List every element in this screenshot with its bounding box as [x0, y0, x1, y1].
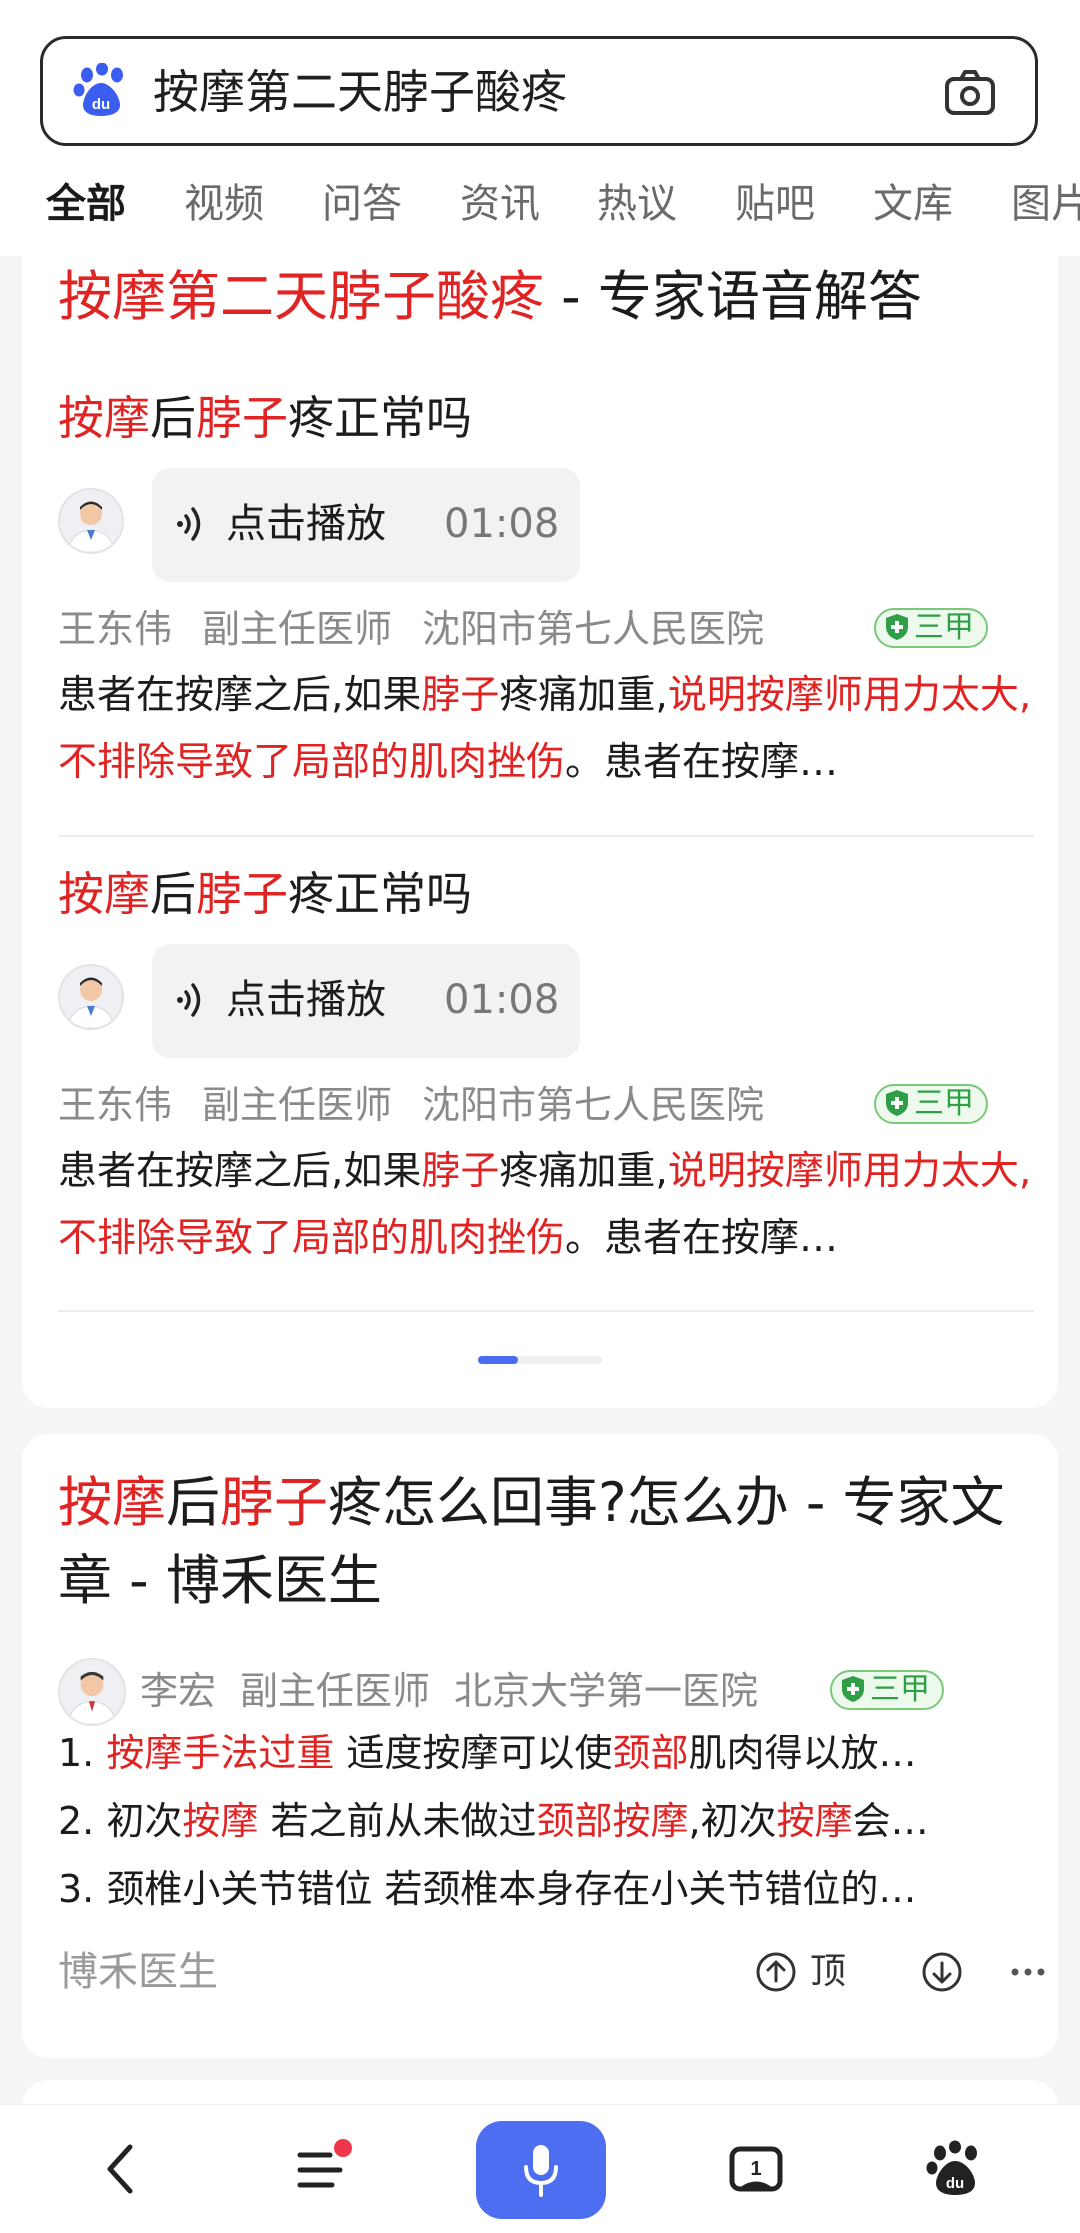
source-name[interactable]: 博禾医生	[58, 1944, 218, 2000]
article-list-item[interactable]: 2. 初次按摩 若之前从未做过颈部按摩,初次按摩会…	[58, 1794, 1033, 1848]
article-title[interactable]: 按摩后脖子疼怎么回事?怎么办 - 专家文章 - 博禾医生	[58, 1464, 1028, 1620]
author-info[interactable]: 李宏 副主任医师 北京大学第一医院	[140, 1664, 758, 1718]
doctor-portrait-icon	[67, 501, 115, 552]
downvote-icon[interactable]	[920, 1950, 964, 1994]
expert-card-title[interactable]: 按摩第二天脖子酸疼 - 专家语音解答	[58, 258, 1028, 336]
tab-tieba[interactable]: 贴吧	[735, 176, 815, 232]
tab-news[interactable]: 资讯	[460, 176, 540, 232]
author-avatar[interactable]	[58, 1658, 126, 1726]
doctor-portrait-icon	[67, 977, 115, 1028]
tab-wenku[interactable]: 文库	[873, 176, 953, 232]
doctor-info[interactable]: 王东伟 副主任医师 沈阳市第七人民医院	[58, 1078, 764, 1132]
article-list-item[interactable]: 3. 颈椎小关节错位 若颈椎本身存在小关节错位的…	[58, 1862, 1033, 1916]
hospital-name: 沈阳市第七人民医院	[422, 607, 765, 651]
bottom-navigation: 1 du	[0, 2104, 1080, 2233]
item-divider	[58, 1310, 1034, 1312]
doctor-avatar[interactable]	[58, 488, 124, 554]
hospital-grade-badge: 三甲	[874, 608, 988, 648]
audio-play-button[interactable]: 点击播放 01:08	[152, 468, 580, 582]
upvote-label[interactable]: 顶	[810, 1946, 846, 1998]
shield-plus-icon	[842, 1676, 864, 1702]
voice-search-button[interactable]	[476, 2121, 606, 2219]
author-hospital: 北京大学第一医院	[454, 1669, 759, 1713]
mic-icon	[524, 2145, 558, 2197]
hospital-grade-badge: 三甲	[830, 1670, 944, 1710]
search-box[interactable]: du 按摩第二天脖子酸疼	[40, 36, 1038, 146]
header: du 按摩第二天脖子酸疼 全部 视频 问答 资讯 热议 贴吧 文库 图片	[0, 0, 1080, 256]
shield-plus-icon	[886, 614, 908, 640]
article-card: 按摩后脖子疼怎么回事?怎么办 - 专家文章 - 博禾医生 李宏 副主任医师 北京大学…	[22, 1434, 1058, 2058]
tab-discussion[interactable]: 热议	[597, 176, 677, 232]
doctor-rank: 副主任医师	[202, 607, 393, 651]
hospital-grade-badge: 三甲	[874, 1084, 988, 1124]
notification-dot	[334, 2139, 352, 2157]
audio-label: 点击播放	[226, 977, 386, 1023]
back-icon[interactable]	[86, 2133, 158, 2205]
qa-question[interactable]: 按摩后脖子疼正常吗	[58, 864, 472, 924]
carousel-pager-active	[478, 1356, 518, 1364]
answer-snippet[interactable]: 患者在按摩之后,如果脖子疼痛加重,说明按摩师用力太大,不排除导致了局部的肌肉挫伤…	[58, 1138, 1033, 1272]
title-highlight: 按摩第二天脖子酸疼	[58, 265, 544, 328]
sound-wave-icon	[177, 983, 201, 1017]
more-options-icon[interactable]	[1008, 1952, 1048, 1992]
tab-images[interactable]: 图片	[1011, 176, 1080, 232]
audio-duration: 01:08	[444, 977, 560, 1023]
answer-snippet[interactable]: 患者在按摩之后,如果脖子疼痛加重,说明按摩师用力太大,不排除导致了局部的肌肉挫伤…	[58, 662, 1033, 796]
audio-play-button[interactable]: 点击播放 01:08	[152, 944, 580, 1058]
doctor-name: 王东伟	[58, 1083, 173, 1127]
qa-question[interactable]: 按摩后脖子疼正常吗	[58, 388, 472, 448]
search-query[interactable]: 按摩第二天脖子酸疼	[153, 63, 567, 121]
upvote-icon[interactable]	[754, 1950, 798, 1994]
item-divider	[58, 835, 1034, 837]
doctor-portrait-icon	[67, 1671, 117, 1724]
tabs-icon[interactable]: 1	[720, 2133, 792, 2205]
author-rank: 副主任医师	[240, 1669, 431, 1713]
doctor-avatar[interactable]	[58, 964, 124, 1030]
doctor-rank: 副主任医师	[202, 1083, 393, 1127]
svg-text:du: du	[946, 2175, 964, 2192]
tab-qa[interactable]: 问答	[322, 176, 402, 232]
tab-video[interactable]: 视频	[184, 176, 264, 232]
title-rest: - 专家语音解答	[544, 265, 922, 328]
svg-text:du: du	[92, 96, 110, 113]
expert-voice-card: 按摩第二天脖子酸疼 - 专家语音解答 按摩后脖子疼正常吗 点击播放 01:08 …	[22, 232, 1058, 1408]
baidu-home-icon[interactable]: du	[920, 2133, 992, 2205]
tab-all[interactable]: 全部	[46, 176, 126, 232]
svg-text:1: 1	[750, 2158, 761, 2180]
audio-label: 点击播放	[226, 501, 386, 547]
baidu-paw-icon: du	[73, 63, 123, 116]
doctor-name: 王东伟	[58, 607, 173, 651]
camera-icon[interactable]	[941, 63, 999, 121]
sound-wave-icon	[177, 507, 201, 541]
article-list-item[interactable]: 1. 按摩手法过重 适度按摩可以使颈部肌肉得以放…	[58, 1726, 1033, 1780]
shield-plus-icon	[886, 1090, 908, 1116]
audio-duration: 01:08	[444, 501, 560, 547]
author-name: 李宏	[140, 1669, 217, 1713]
article-footer: 博禾医生 顶	[58, 1944, 1045, 2004]
doctor-info[interactable]: 王东伟 副主任医师 沈阳市第七人民医院	[58, 602, 764, 656]
hospital-name: 沈阳市第七人民医院	[422, 1083, 765, 1127]
